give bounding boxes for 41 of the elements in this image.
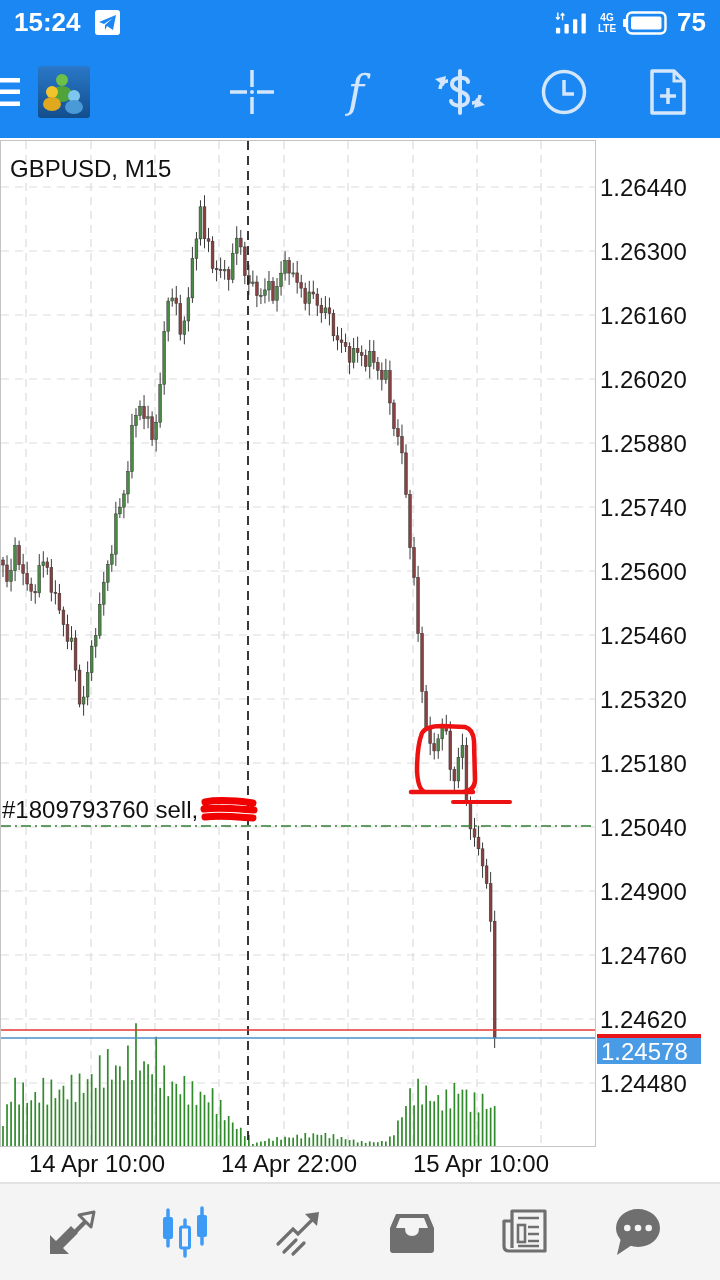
price-label: 1.25320 — [600, 685, 687, 713]
price-label: 1.26440 — [600, 173, 687, 201]
new-document-button[interactable] — [649, 67, 687, 116]
menu-button[interactable] — [0, 77, 20, 106]
menu-icon — [0, 77, 20, 106]
dollar-arrows-icon — [433, 67, 487, 116]
trade-button[interactable] — [433, 67, 487, 116]
price-label: 1.25040 — [600, 813, 687, 841]
price-label: 1.24620 — [600, 1005, 687, 1033]
price-label: 1.24760 — [600, 941, 687, 969]
redaction-scribble — [200, 796, 259, 824]
app-logo-icon — [38, 65, 90, 118]
price-label: 1.25600 — [600, 557, 687, 585]
price-label: 1.25740 — [600, 493, 687, 521]
price-label: 1.25460 — [600, 621, 687, 649]
status-time: 15:24 — [14, 7, 81, 38]
paper-plane-icon — [94, 10, 120, 35]
price-label: 1.26160 — [600, 301, 687, 329]
battery-percent: 75 — [677, 7, 706, 38]
crosshair-icon — [230, 69, 274, 114]
time-label: 14 Apr 22:00 — [220, 1150, 358, 1177]
crosshair-button[interactable] — [230, 69, 274, 114]
indicators-button[interactable]: f — [337, 61, 375, 122]
chart-title: GBPUSD, M15 — [10, 155, 172, 183]
price-label: 1.24480 — [600, 1069, 687, 1097]
bid-price-tag: 1.24578 — [597, 1037, 701, 1065]
hand-drawn-line — [451, 800, 512, 804]
price-label: 1.25880 — [600, 429, 687, 457]
time-label: 15 Apr 10:00 — [412, 1150, 550, 1177]
price-label: 1.26020 — [600, 365, 687, 393]
price-label: 1.25180 — [600, 749, 687, 777]
network-label: LTE — [597, 22, 617, 34]
battery-icon — [623, 10, 668, 35]
price-label: 1.24900 — [600, 877, 687, 905]
history-button[interactable] — [541, 68, 587, 115]
clock-icon — [541, 68, 587, 115]
time-label: 14 Apr 10:00 — [28, 1150, 166, 1177]
network-label: 4G — [600, 11, 614, 23]
new-document-icon — [649, 67, 687, 116]
order-label: #1809793760 sell, — [2, 796, 199, 824]
price-label: 1.26300 — [600, 237, 687, 265]
